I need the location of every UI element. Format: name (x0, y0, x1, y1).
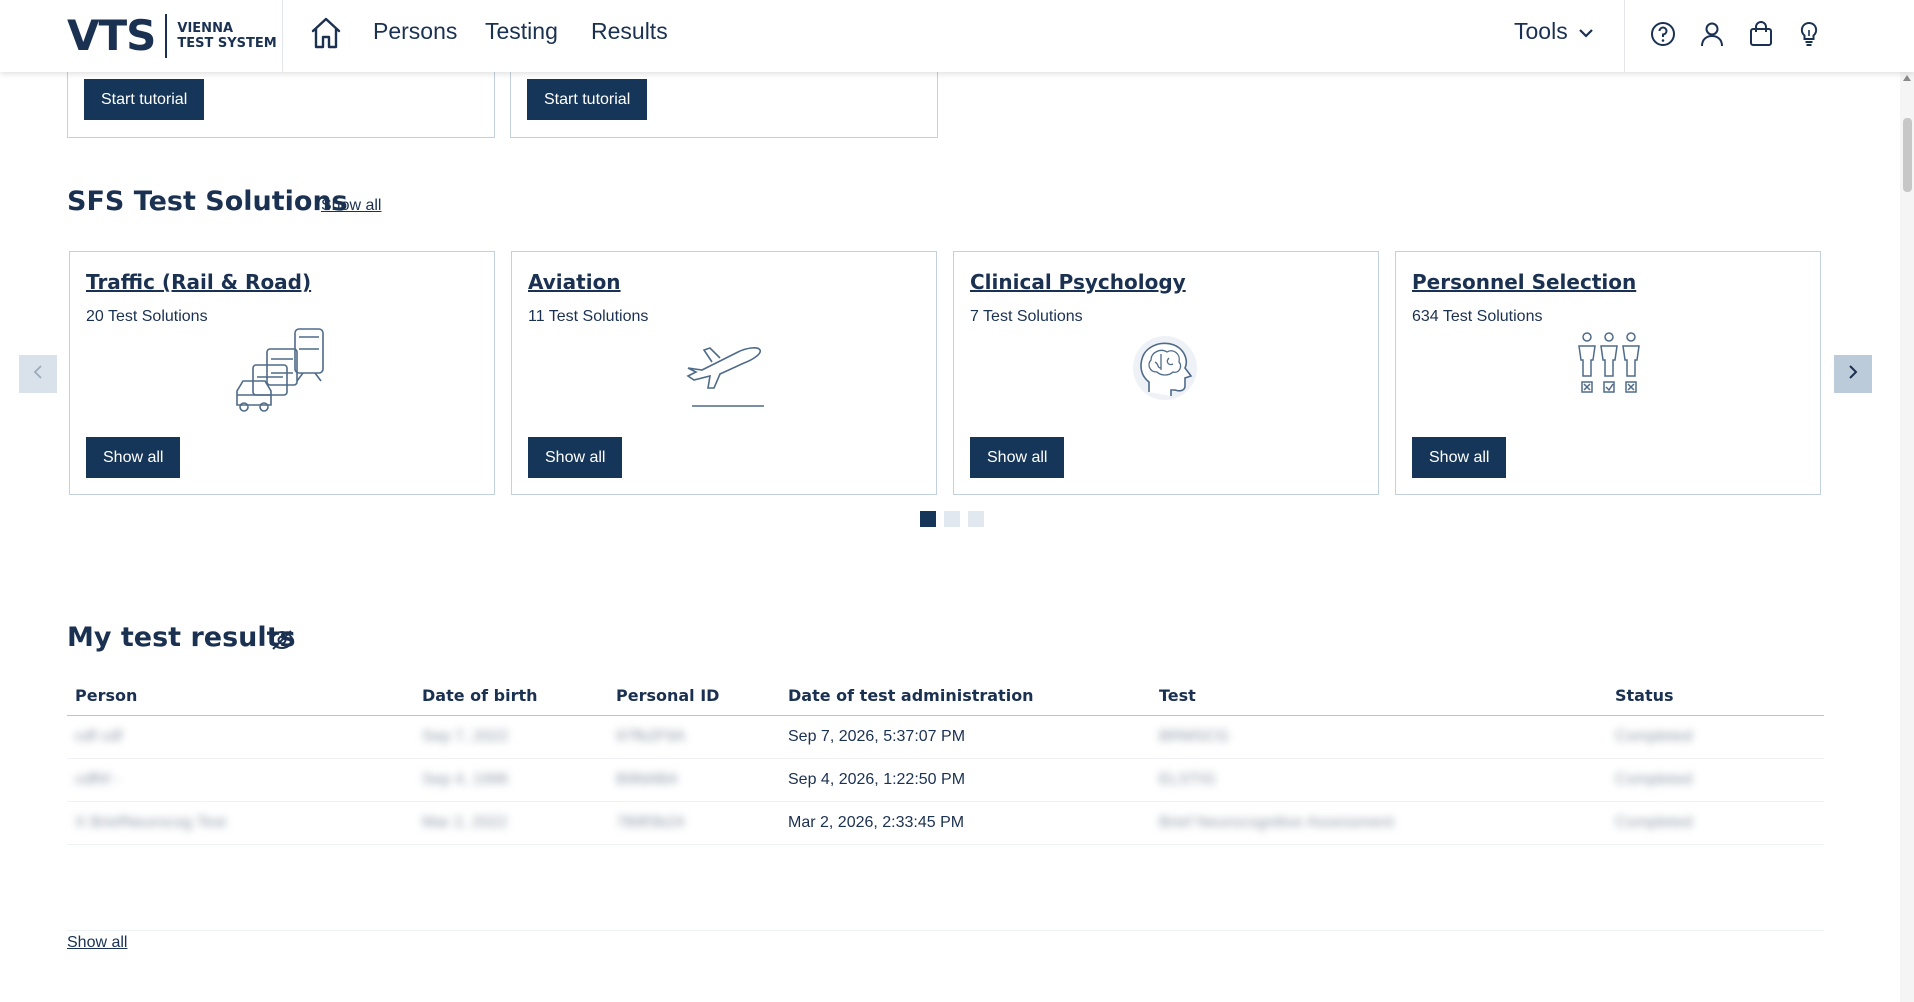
logo-subtitle-line2: TEST SYSTEM (177, 36, 277, 51)
results-section-title: My test results (67, 622, 296, 653)
show-all-button[interactable]: Show all (86, 437, 181, 478)
carousel-prev-button[interactable] (19, 355, 57, 393)
cell-person: X BriefNeurocog Test (75, 814, 226, 831)
table-row[interactable]: X BriefNeurocog Test Mar 2, 2022 7B8f3b2… (67, 802, 1824, 845)
solution-illustration (954, 322, 1380, 422)
nav-persons[interactable]: Persons (373, 18, 457, 45)
airplane-icon (680, 330, 770, 414)
lightbulb-icon[interactable] (1795, 20, 1823, 48)
page-scrollbar[interactable] (1900, 72, 1914, 1002)
nav-results[interactable]: Results (591, 18, 668, 45)
solution-card-title[interactable]: Clinical Psychology (970, 270, 1186, 294)
column-header-test[interactable]: Test (1159, 686, 1196, 705)
chevron-left-icon (32, 364, 44, 384)
solutions-section-title: SFS Test Solutions (67, 186, 348, 217)
solution-card-clinical-psychology: Clinical Psychology 7 Test Solutions Sho… (953, 251, 1379, 495)
header-divider (1624, 0, 1625, 72)
tools-menu[interactable]: Tools (1514, 18, 1594, 45)
user-icon[interactable] (1698, 20, 1726, 48)
solution-card-title[interactable]: Aviation (528, 270, 621, 294)
header-divider (282, 0, 283, 72)
carousel-pagination (920, 511, 984, 527)
logo-subtitle-line1: VIENNA (177, 21, 234, 36)
solution-card-title[interactable]: Personnel Selection (1412, 270, 1636, 294)
cell-person: cdf cdf (75, 728, 123, 745)
eye-off-icon[interactable] (269, 628, 295, 656)
show-all-button[interactable]: Show all (528, 437, 623, 478)
solutions-show-all-link[interactable]: Show all (321, 197, 381, 215)
logo-subtitle: VIENNA TEST SYSTEM (177, 21, 276, 51)
chevron-right-icon (1847, 364, 1859, 384)
home-icon[interactable] (310, 16, 342, 50)
cell-person: cdfhf - (75, 771, 120, 788)
carousel-dot-2[interactable] (944, 511, 960, 527)
carousel-dot-3[interactable] (968, 511, 984, 527)
column-header-date-of-test[interactable]: Date of test administration (788, 686, 1034, 705)
column-header-personal-id[interactable]: Personal ID (616, 686, 719, 705)
cell-test: Brief Neurocognitive Assessment (1159, 814, 1394, 831)
traffic-vehicles-icon (233, 325, 333, 419)
vts-logo[interactable]: VTS VIENNA TEST SYSTEM (67, 10, 277, 62)
cell-date-of-birth: Sep 7, 2022 (422, 728, 509, 745)
table-footer-divider (67, 930, 1824, 931)
chevron-down-icon (1578, 18, 1594, 45)
solution-card-personnel-selection: Personnel Selection 634 Test Solutions S… (1395, 251, 1821, 495)
cell-test-date: Mar 2, 2026, 2:33:45 PM (788, 814, 965, 831)
solution-card-title[interactable]: Traffic (Rail & Road) (86, 270, 311, 294)
show-all-button[interactable]: Show all (970, 437, 1065, 478)
cell-date-of-birth: Sep 4, 1996 (422, 771, 509, 788)
cell-personal-id: 97fb2F9A (616, 728, 686, 745)
cell-status: Completed (1615, 728, 1693, 745)
carousel-next-button[interactable] (1834, 355, 1872, 393)
column-header-status[interactable]: Status (1615, 686, 1674, 705)
cell-status: Completed (1615, 771, 1693, 788)
cell-test: ELSTIG (1159, 771, 1216, 788)
cell-test-date: Sep 4, 2026, 1:22:50 PM (788, 771, 966, 788)
scroll-up-arrow[interactable] (1903, 75, 1911, 81)
solution-card-traffic: Traffic (Rail & Road) 20 Test Solutions … (69, 251, 495, 495)
carousel-dot-1[interactable] (920, 511, 936, 527)
logo-text: VTS (67, 11, 156, 60)
table-row[interactable]: cdf cdf Sep 7, 2022 97fb2F9A Sep 7, 2026… (67, 716, 1824, 759)
start-tutorial-button[interactable]: Start tutorial (527, 79, 648, 120)
column-header-date-of-birth[interactable]: Date of birth (422, 686, 538, 705)
cell-personal-id: 7B8f3b24 (616, 814, 685, 831)
top-navigation-bar: VTS VIENNA TEST SYSTEM Persons Testing R… (0, 0, 1914, 72)
show-all-button[interactable]: Show all (1412, 437, 1507, 478)
results-show-all-link[interactable]: Show all (67, 934, 127, 952)
cell-date-of-birth: Mar 2, 2022 (422, 814, 508, 831)
solution-illustration (512, 322, 938, 422)
column-header-person[interactable]: Person (75, 686, 137, 705)
table-row[interactable]: cdfhf - Sep 4, 1996 B9fd4B4 Sep 4, 2026,… (67, 759, 1824, 802)
cell-test-date: Sep 7, 2026, 5:37:07 PM (788, 728, 966, 745)
people-selection-icon (1569, 330, 1649, 414)
shopping-bag-icon[interactable] (1747, 20, 1775, 48)
solution-illustration (1396, 322, 1822, 422)
logo-divider (165, 14, 168, 58)
cell-personal-id: B9fd4B4 (616, 771, 678, 788)
table-header-row: Person Date of birth Personal ID Date of… (67, 679, 1824, 716)
results-table: Person Date of birth Personal ID Date of… (67, 679, 1824, 845)
solution-illustration (70, 322, 496, 422)
start-tutorial-button[interactable]: Start tutorial (84, 79, 205, 120)
scrollbar-thumb[interactable] (1903, 118, 1912, 192)
cell-status: Completed (1615, 814, 1693, 831)
brain-head-icon (1127, 330, 1207, 414)
nav-testing[interactable]: Testing (485, 18, 558, 45)
tools-label: Tools (1514, 18, 1568, 44)
help-icon[interactable] (1649, 20, 1677, 48)
cell-test: BRMSCG (1159, 728, 1230, 745)
solution-card-aviation: Aviation 11 Test Solutions Show all (511, 251, 937, 495)
